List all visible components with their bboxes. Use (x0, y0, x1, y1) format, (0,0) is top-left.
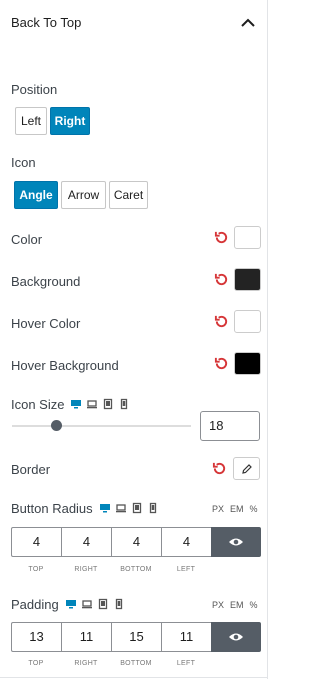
padding-label: Padding (11, 597, 59, 612)
laptop-icon[interactable] (81, 598, 93, 610)
reset-icon[interactable] (214, 314, 229, 329)
unit-switcher: PX EM % (212, 600, 258, 610)
padding-right-input[interactable]: 11 (61, 622, 111, 652)
laptop-icon[interactable] (115, 502, 127, 514)
radius-side-labels: TOP RIGHT BOTTOM LEFT (11, 566, 261, 573)
hover-background-label: Hover Background (11, 358, 119, 373)
position-label: Position (11, 82, 58, 97)
device-switcher (65, 598, 125, 610)
unit-em[interactable]: EM (230, 600, 244, 610)
icon-caret-button[interactable]: Caret (109, 181, 148, 209)
background-swatch[interactable] (234, 268, 261, 291)
desktop-icon[interactable] (70, 398, 82, 410)
tablet-icon[interactable] (97, 598, 109, 610)
side-top-label: TOP (28, 660, 44, 667)
radius-link-button[interactable] (211, 527, 261, 557)
reset-icon[interactable] (214, 356, 229, 371)
reset-icon[interactable] (212, 461, 227, 476)
icon-arrow-button[interactable]: Arrow (61, 181, 106, 209)
side-bottom-label: BOTTOM (120, 660, 152, 667)
side-right-label: RIGHT (74, 566, 98, 573)
hover-color-label: Hover Color (11, 316, 81, 331)
radius-right-input[interactable]: 4 (61, 527, 111, 557)
padding-left-input[interactable]: 11 (161, 622, 211, 652)
unit-percent[interactable]: % (250, 504, 258, 514)
padding-side-labels: TOP RIGHT BOTTOM LEFT (11, 660, 261, 667)
mobile-icon[interactable] (118, 398, 130, 410)
mobile-icon[interactable] (147, 502, 159, 514)
reset-icon[interactable] (214, 230, 229, 245)
unit-em[interactable]: EM (230, 504, 244, 514)
side-left-label: LEFT (176, 660, 196, 667)
hover-color-swatch[interactable] (234, 310, 261, 333)
unit-percent[interactable]: % (250, 600, 258, 610)
desktop-icon[interactable] (99, 502, 111, 514)
device-switcher (70, 398, 130, 410)
padding-link-button[interactable] (211, 622, 261, 652)
pencil-icon (242, 464, 252, 474)
position-right-button[interactable]: Right (50, 107, 90, 135)
unit-px[interactable]: PX (212, 600, 224, 610)
hover-background-swatch[interactable] (234, 352, 261, 375)
side-left-label: LEFT (176, 566, 196, 573)
radius-top-input[interactable]: 4 (11, 527, 61, 557)
tablet-icon[interactable] (131, 502, 143, 514)
side-right-label: RIGHT (74, 660, 98, 667)
background-label: Background (11, 274, 81, 289)
padding-bottom-input[interactable]: 15 (111, 622, 161, 652)
color-swatch[interactable] (234, 226, 261, 249)
tablet-icon[interactable] (102, 398, 114, 410)
icon-size-label: Icon Size (11, 397, 65, 412)
laptop-icon[interactable] (86, 398, 98, 410)
border-edit-button[interactable] (233, 457, 260, 480)
button-radius-label: Button Radius (11, 501, 93, 516)
mobile-icon[interactable] (113, 598, 125, 610)
eye-icon (229, 633, 243, 641)
button-radius-inputs: 4 4 4 4 (11, 527, 261, 557)
padding-inputs: 13 11 15 11 (11, 622, 261, 652)
section-header[interactable]: Back To Top (0, 0, 267, 46)
position-left-button[interactable]: Left (15, 107, 47, 135)
device-switcher (99, 502, 159, 514)
side-top-label: TOP (28, 566, 44, 573)
icon-size-input[interactable]: 18 (200, 411, 260, 441)
border-label: Border (11, 462, 51, 477)
reset-icon[interactable] (214, 272, 229, 287)
icon-size-slider-thumb[interactable] (51, 420, 62, 431)
icon-size-slider-track[interactable] (12, 425, 191, 427)
side-bottom-label: BOTTOM (120, 566, 152, 573)
section-title: Back To Top (11, 15, 82, 30)
desktop-icon[interactable] (65, 598, 77, 610)
unit-switcher: PX EM % (212, 504, 258, 514)
icon-label: Icon (11, 155, 36, 170)
divider (0, 677, 267, 678)
settings-panel: Back To Top Position Left Right Icon Ang… (0, 0, 268, 679)
radius-left-input[interactable]: 4 (161, 527, 211, 557)
icon-angle-button[interactable]: Angle (14, 181, 58, 209)
eye-icon (229, 538, 243, 546)
chevron-up-icon[interactable] (239, 14, 257, 32)
unit-px[interactable]: PX (212, 504, 224, 514)
padding-top-input[interactable]: 13 (11, 622, 61, 652)
color-label: Color (11, 232, 43, 247)
radius-bottom-input[interactable]: 4 (111, 527, 161, 557)
